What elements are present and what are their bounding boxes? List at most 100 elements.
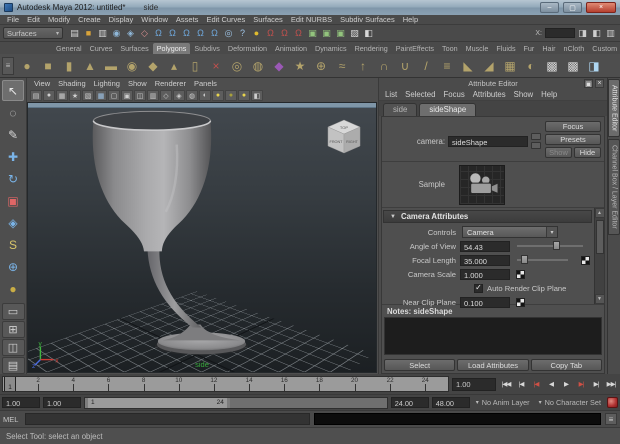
range-slider-bar[interactable]: 1 24 [84,396,388,409]
resolution-gate-icon[interactable]: ▣ [121,90,133,101]
attribute-editor-menu-item[interactable]: Show [510,90,538,99]
camera-attributes-section[interactable]: ▼ Camera Attributes [383,210,592,223]
menu-item[interactable]: Edit [23,15,44,24]
poly-plane-icon[interactable]: ▬ [101,56,121,76]
shelf-tab[interactable]: Hair [538,43,559,54]
current-time-field[interactable]: 1.00 [452,377,496,391]
go-to-start-button[interactable]: |◀◀ [499,377,513,391]
split-pane-layout-button[interactable]: ◫ [1,339,25,356]
viewcube-front-label[interactable]: FRONT [330,140,344,144]
default-light-icon[interactable]: ● [212,90,224,101]
poly-cylinder-icon[interactable]: ▮ [59,56,79,76]
uv-editor-icon[interactable]: ◨ [584,56,604,76]
lock-camera-icon[interactable]: ● [43,90,55,101]
angle-of-view-slider[interactable] [517,241,583,250]
attribute-editor-menu-item[interactable]: Selected [401,90,439,99]
outliner-pane-layout-button[interactable]: ▤ [1,357,25,374]
copy-tab-icon[interactable]: ▣ [584,79,593,88]
input-connections-icon[interactable]: Ω [264,27,277,40]
shelf-tab[interactable]: Deformation [224,43,271,54]
help-icon[interactable]: ? [236,27,249,40]
close-button[interactable]: × [586,2,616,13]
shaded-mode-icon[interactable]: ◐ [199,90,211,101]
shelf-tab[interactable]: Surfaces [116,43,152,54]
menu-item[interactable]: Assets [172,15,203,24]
camera-scale-field[interactable]: 1.000 [460,268,510,280]
animation-end-field[interactable]: 48.00 [431,397,470,408]
poly-torus-icon[interactable]: ◉ [122,56,142,76]
x-coordinate-input[interactable] [545,28,575,38]
checker-map-icon[interactable]: ▩ [563,56,583,76]
anim-layer-dropdown[interactable]: ▾ No Anim Layer [473,398,533,407]
panel-menu-item[interactable]: Shading [54,79,90,88]
open-scene-icon[interactable]: ■ [82,27,95,40]
focal-length-field[interactable]: 35.000 [460,254,510,266]
attributes-scrollbar[interactable]: ▲ ▼ [594,208,605,304]
playback-start-field[interactable]: 1.00 [43,397,81,408]
construction-history-icon[interactable]: Ω [292,27,305,40]
character-set-dropdown[interactable]: ▾ No Character Set [536,398,604,407]
current-frame-indicator[interactable]: 1 [4,377,16,391]
hypershade-icon[interactable]: ◧ [362,27,375,40]
attribute-editor-menu-item[interactable]: Attributes [469,90,510,99]
range-start-handle[interactable]: 1 [91,399,95,406]
viewcube-right-label[interactable]: RIGHT [346,140,358,144]
shelf-menu-button[interactable]: ≡ [2,56,14,75]
xray-mode-icon[interactable]: ◧ [251,90,263,101]
shelf-tab[interactable]: Muscle [462,43,493,54]
menu-item[interactable]: File [3,15,23,24]
menu-item[interactable]: Modify [44,15,74,24]
mel-input[interactable] [25,413,310,425]
slider-handle[interactable] [553,241,561,250]
checker-map-icon[interactable]: ▩ [542,56,562,76]
panel-menu-item[interactable]: View [30,79,54,88]
poly-prism-icon[interactable]: ◆ [143,56,163,76]
panel-menu-item[interactable]: Panels [190,79,221,88]
smooth-icon[interactable]: ≈ [332,56,352,76]
animation-start-field[interactable]: 1.00 [2,397,40,408]
field-chart-icon[interactable]: ▥ [147,90,159,101]
menu-set-dropdown[interactable]: Surfaces ▾ [3,27,63,39]
poly-helix-icon[interactable]: ◎ [227,56,247,76]
wireframe-mode-icon[interactable]: ◍ [186,90,198,101]
copy-tab-button[interactable]: Copy Tab [530,359,602,371]
poly-sphere-icon[interactable]: ● [17,56,37,76]
move-tool[interactable]: ✚ [2,146,24,167]
panel-menu-item[interactable]: Show [124,79,151,88]
last-tool[interactable]: ● [2,278,24,299]
attribute-editor-menu-item[interactable]: List [381,90,401,99]
script-editor-icon[interactable]: ≡ [605,413,617,425]
menu-item[interactable]: Edit NURBS [287,15,336,24]
render-settings-icon[interactable]: ▨ [348,27,361,40]
select-object-icon[interactable]: ◈ [124,27,137,40]
scroll-up-icon[interactable]: ▲ [594,208,605,218]
presets-button[interactable]: Presets [545,134,601,145]
booleans-icon[interactable]: ◐ [521,56,541,76]
render-current-frame-icon[interactable]: ▣ [320,27,333,40]
shelf-tab[interactable]: Curves [86,43,117,54]
safe-action-icon[interactable]: ◇ [160,90,172,101]
step-back-key-button[interactable]: |◀ [529,377,543,391]
shelf-tab[interactable]: Fluids [492,43,519,54]
film-gate-icon[interactable]: ▢ [108,90,120,101]
crease-icon[interactable]: ◢ [479,56,499,76]
camera-menu-button[interactable] [531,133,541,140]
grid-toggle-icon[interactable]: ▦ [95,90,107,101]
safe-title-icon[interactable]: ◈ [173,90,185,101]
viewcube-top-label[interactable]: TOP [340,125,349,130]
poly-pyramid-icon[interactable]: ▴ [164,56,184,76]
shelf-tab[interactable]: nCloth [560,43,589,54]
show-button[interactable]: Show [545,147,572,158]
range-end-handle[interactable]: 24 [217,399,224,406]
mel-label[interactable]: MEL [3,415,21,424]
step-forward-frame-button[interactable]: ▶| [589,377,603,391]
combine-icon[interactable]: ⊕ [311,56,331,76]
select-camera-icon[interactable]: ▤ [30,90,42,101]
new-scene-icon[interactable]: ▤ [68,27,81,40]
menu-item[interactable]: Subdiv Surfaces [336,15,399,24]
playback-end-field[interactable]: 24.00 [390,397,429,408]
attribute-editor-menu-item[interactable]: Focus [439,90,468,99]
focal-length-slider[interactable] [517,255,568,264]
show-manipulator-tool[interactable]: ⊕ [2,256,24,277]
shelf-tab[interactable]: Fur [520,43,539,54]
